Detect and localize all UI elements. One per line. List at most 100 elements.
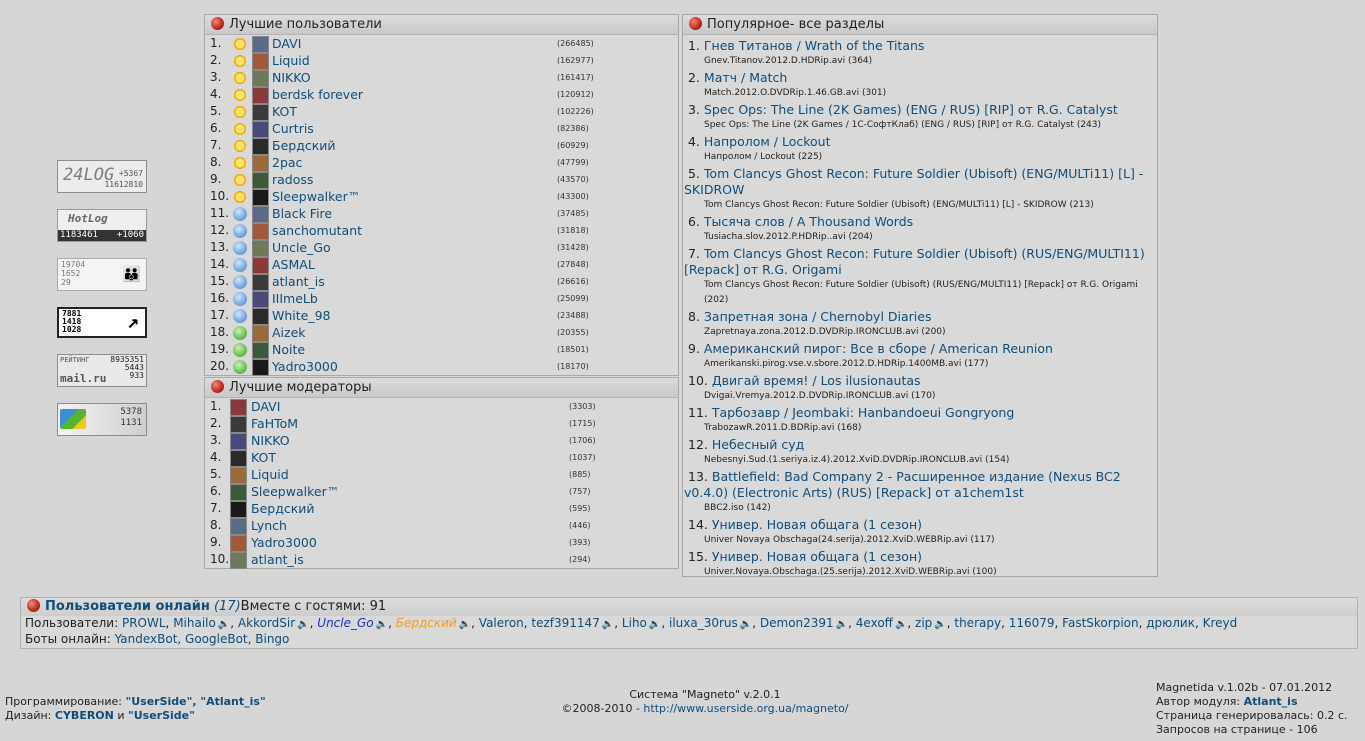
user-name-link[interactable]: radoss: [272, 171, 313, 188]
user-name-link[interactable]: Liquid: [272, 52, 310, 69]
avatar[interactable]: [252, 240, 269, 257]
online-user-link[interactable]: PROWL: [122, 616, 166, 630]
avatar[interactable]: [252, 70, 269, 87]
user-name-link[interactable]: berdsk forever: [272, 86, 363, 103]
popular-item-link[interactable]: Tom Clancys Ghost Recon: Future Soldier …: [684, 246, 1145, 277]
user-name-link[interactable]: Curtris: [272, 120, 314, 137]
footer-url-link[interactable]: http://www.userside.org.ua/magneto/: [643, 702, 848, 715]
online-user-link[interactable]: iluxa_30rus: [669, 616, 738, 630]
avatar[interactable]: [230, 450, 247, 467]
moderator-name-link[interactable]: FaHToM: [251, 415, 298, 432]
avatar[interactable]: [230, 501, 247, 518]
moderator-name-link[interactable]: DAVI: [251, 398, 280, 415]
user-name-link[interactable]: NIKKO: [272, 69, 311, 86]
popular-item-link[interactable]: Небесный суд: [712, 437, 804, 452]
moderator-name-link[interactable]: Yadro3000: [251, 534, 317, 551]
counter-liveinternet[interactable]: 19704 1652 29 👪: [57, 258, 147, 291]
online-users-title[interactable]: Пользователи онлайн: [45, 599, 210, 614]
popular-item-link[interactable]: Гнев Титанов / Wrath of the Titans: [704, 38, 925, 53]
avatar[interactable]: [230, 399, 247, 416]
avatar[interactable]: [230, 433, 247, 450]
popular-item-link[interactable]: Тарбозавр / Jeombaki: Hanbandoeui Gongry…: [712, 405, 1014, 420]
user-name-link[interactable]: KOT: [272, 103, 297, 120]
user-name-link[interactable]: 2pac: [272, 154, 302, 171]
moderator-name-link[interactable]: atlant_is: [251, 551, 304, 568]
online-user-link[interactable]: Valeron: [479, 616, 524, 630]
online-user-link[interactable]: therapy: [954, 616, 1001, 630]
user-name-link[interactable]: Aizek: [272, 324, 306, 341]
online-user-link[interactable]: zip: [915, 616, 932, 630]
avatar[interactable]: [252, 36, 269, 53]
popular-item-link[interactable]: Двигай время! / Los ilusionautas: [712, 373, 921, 388]
user-name-link[interactable]: White_98: [272, 307, 331, 324]
avatar[interactable]: [230, 467, 247, 484]
popular-item-link[interactable]: Battlefield: Bad Company 2 - Расширенное…: [684, 469, 1121, 500]
online-bots-list[interactable]: YandexBot, GoogleBot, Bingo: [115, 632, 290, 646]
avatar[interactable]: [252, 308, 269, 325]
popular-item-link[interactable]: Tom Clancys Ghost Recon: Future Soldier …: [684, 166, 1143, 197]
moderator-name-link[interactable]: KOT: [251, 449, 276, 466]
footer-author-link[interactable]: Atlant_is: [1244, 695, 1298, 708]
counter-other[interactable]: 5378 1131: [57, 403, 147, 436]
online-user-link[interactable]: AkkordSir: [238, 616, 295, 630]
counter-hotlog[interactable]: HotLog 1183461 +1060: [57, 209, 147, 242]
avatar[interactable]: [230, 518, 247, 535]
user-name-link[interactable]: IIImeLb: [272, 290, 318, 307]
moderator-name-link[interactable]: Liquid: [251, 466, 289, 483]
user-name-link[interactable]: Uncle_Go: [272, 239, 331, 256]
footer-prog[interactable]: "UserSide", "Atlant_is": [125, 695, 265, 708]
moderator-name-link[interactable]: Бердский: [251, 500, 315, 517]
avatar[interactable]: [252, 87, 269, 104]
popular-item-link[interactable]: Американский пирог: Все в сборе / Americ…: [704, 341, 1053, 356]
avatar[interactable]: [252, 291, 269, 308]
avatar[interactable]: [252, 104, 269, 121]
counter-rambler[interactable]: 7881 1418 1028 ↗: [57, 307, 147, 338]
user-name-link[interactable]: sanchomutant: [272, 222, 362, 239]
avatar[interactable]: [252, 274, 269, 291]
footer-design-b[interactable]: "UserSide": [128, 709, 195, 722]
avatar[interactable]: [230, 535, 247, 552]
popular-item-link[interactable]: Запретная зона / Chernobyl Diaries: [704, 309, 932, 324]
avatar[interactable]: [230, 484, 247, 501]
online-user-link[interactable]: дрюлик: [1146, 616, 1195, 630]
online-user-link[interactable]: tezf391147: [531, 616, 599, 630]
user-name-link[interactable]: ASMAL: [272, 256, 315, 273]
moderator-name-link[interactable]: Lynch: [251, 517, 287, 534]
avatar[interactable]: [252, 342, 269, 359]
online-user-link[interactable]: FastSkorpion: [1062, 616, 1138, 630]
avatar[interactable]: [252, 172, 269, 189]
popular-item-link[interactable]: Напролом / Lockout: [704, 134, 831, 149]
avatar[interactable]: [252, 206, 269, 223]
popular-item-link[interactable]: Универ. Новая общага (1 сезон): [712, 517, 922, 532]
counter-24log[interactable]: 24LOG +5367 11612810: [57, 160, 147, 193]
footer-design-a[interactable]: CYBERON: [55, 709, 114, 722]
avatar[interactable]: [252, 325, 269, 342]
avatar[interactable]: [252, 257, 269, 274]
avatar[interactable]: [252, 189, 269, 206]
avatar[interactable]: [252, 53, 269, 70]
user-name-link[interactable]: DAVI: [272, 35, 301, 52]
online-user-link[interactable]: Mihailo: [173, 616, 216, 630]
moderator-name-link[interactable]: Sleepwalker™: [251, 483, 339, 500]
online-user-link[interactable]: Kreyd: [1203, 616, 1238, 630]
avatar[interactable]: [252, 155, 269, 172]
popular-item-link[interactable]: Универ. Новая общага (1 сезон): [712, 549, 922, 564]
online-user-link[interactable]: 116079: [1009, 616, 1055, 630]
popular-item-link[interactable]: Матч / Match: [704, 70, 787, 85]
moderator-name-link[interactable]: NIKKO: [251, 432, 290, 449]
avatar[interactable]: [230, 552, 247, 569]
user-name-link[interactable]: Sleepwalker™: [272, 188, 360, 205]
online-user-link[interactable]: Бердский: [396, 616, 457, 630]
user-name-link[interactable]: Бердский: [272, 137, 336, 154]
online-user-link[interactable]: Demon2391: [760, 616, 834, 630]
user-name-link[interactable]: atlant_is: [272, 273, 325, 290]
online-user-link[interactable]: Uncle_Go: [317, 616, 373, 630]
user-name-link[interactable]: Yadro3000: [272, 358, 338, 375]
popular-item-link[interactable]: Spec Ops: The Line (2K Games) (ENG / RUS…: [704, 102, 1118, 117]
avatar[interactable]: [252, 121, 269, 138]
counter-mailru[interactable]: РЕЙТИНГ 8935351 5443 933 mail.ru: [57, 354, 147, 387]
online-user-link[interactable]: 4exoff: [856, 616, 893, 630]
avatar[interactable]: [252, 223, 269, 240]
user-name-link[interactable]: Noite: [272, 341, 305, 358]
avatar[interactable]: [230, 416, 247, 433]
